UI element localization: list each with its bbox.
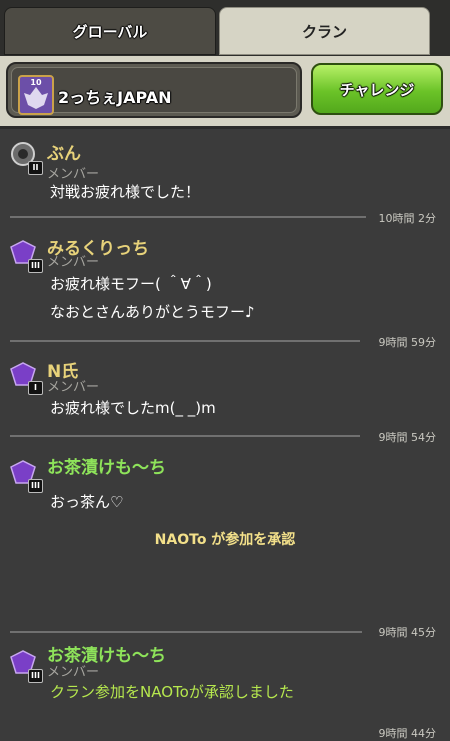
system-notice: NAOTo が参加を承認 [154, 532, 296, 548]
clan-info-inner: 10 2っちぇJAPAN [11, 67, 297, 115]
tab-clan[interactable]: クラン [219, 7, 430, 55]
timestamp: 9時間 59分 [378, 336, 437, 349]
message-text: 対戦お疲れ様でした！ [50, 183, 201, 201]
clan-info-box[interactable]: 10 2っちぇJAPAN [6, 62, 302, 118]
clan-name: 2っちぇJAPAN [58, 88, 172, 107]
challenge-label: チャレンジ [339, 80, 415, 99]
divider [10, 631, 362, 633]
rank-badge: III [28, 479, 43, 493]
clan-emblem-icon [24, 87, 48, 109]
divider [10, 435, 360, 437]
sender-name[interactable]: お茶漬けも〜ち [47, 453, 166, 478]
system-notice: クラン参加をNAOToが承認しました [50, 683, 294, 701]
sender-role: メンバー [47, 167, 100, 182]
message-text: お疲れ様でしたm(_ _)m [50, 399, 216, 417]
sender-role: メンバー [47, 380, 100, 395]
rank-badge: II [28, 161, 43, 175]
tab-global-label: グローバル [72, 22, 148, 41]
sender-name[interactable]: ぶん [47, 139, 81, 164]
clan-header: 10 2っちぇJAPAN チャレンジ [0, 56, 450, 126]
avatar: III [8, 239, 44, 273]
message-text: なおとさんありがとうモフー♪ [50, 303, 255, 321]
challenge-button[interactable]: チャレンジ [311, 63, 443, 115]
message-text: お疲れ様モフー( ＾∀＾) [50, 275, 212, 293]
message-text: おっ茶ん♡ [50, 493, 124, 511]
tab-clan-label: クラン [301, 22, 347, 41]
clan-badge-icon: 10 [18, 75, 54, 115]
rank-badge: III [28, 259, 43, 273]
timestamp: 10時間 2分 [378, 212, 437, 225]
rank-badge: III [28, 669, 43, 683]
sender-role: メンバー [47, 665, 100, 680]
avatar: I [8, 361, 44, 395]
timestamp: 9時間 44分 [378, 727, 437, 740]
timestamp: 9時間 54分 [378, 431, 437, 444]
rank-badge: I [28, 381, 43, 395]
avatar: III [8, 459, 44, 493]
sender-role: メンバー [47, 255, 100, 270]
timestamp: 9時間 45分 [378, 626, 437, 639]
divider [10, 340, 360, 342]
avatar: III [8, 649, 44, 683]
tab-bar: グローバル クラン [0, 0, 450, 56]
tab-global[interactable]: グローバル [4, 7, 216, 55]
avatar: II [8, 141, 44, 175]
divider [10, 216, 366, 218]
chat-feed[interactable]: II ぶん メンバー 対戦お疲れ様でした！ 10時間 2分 III みるくりっち… [0, 126, 450, 740]
